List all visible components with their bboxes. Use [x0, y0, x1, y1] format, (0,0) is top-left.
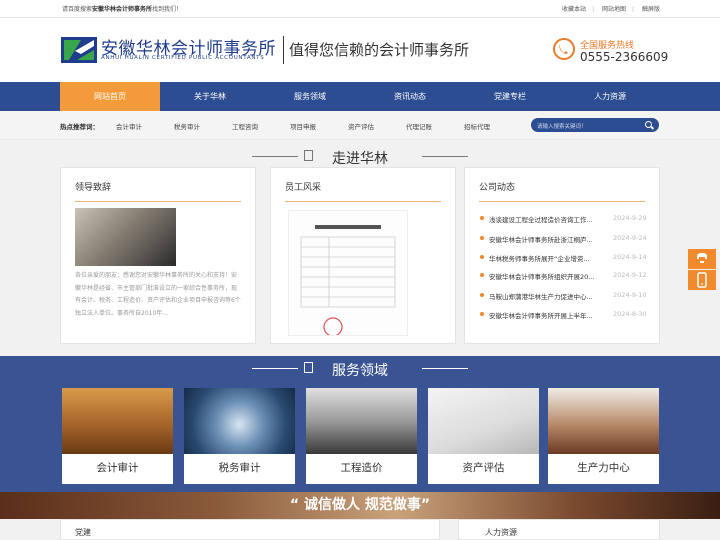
hr-card-title[interactable]: 人力资源 — [485, 527, 517, 538]
service-card-cost[interactable]: 工程造价 — [306, 388, 417, 484]
mobile-link[interactable]: 触屏版 — [642, 6, 660, 13]
header-divider — [283, 36, 284, 64]
news-date: 2024-9-10 — [613, 291, 647, 299]
nav-home[interactable]: 网站首页 — [60, 82, 160, 111]
logo-subtitle: ANHUI HUALIN CERTIFIED PUBLIC ACCOUNTANT… — [101, 55, 265, 61]
motto-text: “ 诚信做人 规范做事” — [289, 497, 431, 513]
hot-item[interactable]: 招标代理 — [464, 121, 490, 131]
bullet-icon — [480, 216, 484, 220]
hot-label: 热点推荐词： — [60, 123, 99, 131]
globe-image — [184, 388, 295, 454]
section-line-right — [422, 368, 468, 369]
news-date: 2024-8-30 — [613, 310, 647, 318]
side-phone-button[interactable] — [688, 270, 716, 290]
phone-icon — [553, 38, 575, 60]
nav-about[interactable]: 关于华林 — [160, 82, 260, 111]
news-title[interactable]: 安徽华林会计师事务所开展上半年... — [489, 310, 607, 320]
bullet-icon — [480, 273, 484, 277]
section-title-services: 服务领域 — [332, 363, 388, 379]
search-placeholder: 请输入搜索关键词！ — [537, 124, 587, 130]
briefcase-image — [306, 388, 417, 454]
service-label: 生产力中心 — [577, 462, 630, 474]
signature-image — [428, 388, 539, 454]
top-links: 收藏本站 | 网站地图 | 触屏版 — [562, 6, 660, 13]
news-date: 2024-9-14 — [613, 253, 647, 261]
nav-party[interactable]: 党建专栏 — [460, 82, 560, 111]
hot-item[interactable]: 资产评估 — [348, 121, 374, 131]
section-title-about: 走进华林 — [332, 151, 388, 167]
service-card-assets[interactable]: 资产评估 — [428, 388, 539, 484]
search-tip: 请百度搜索安徽华林会计师事务所找到我们！ — [62, 4, 182, 13]
hr-card: 人力资源 — [458, 519, 660, 540]
card-rule — [479, 201, 645, 202]
service-card-tax[interactable]: 税务审计 — [184, 388, 295, 484]
news-title[interactable]: 浅谈建设工程全过程造价咨询工作... — [489, 214, 607, 224]
tip-tail: 找到我们！ — [152, 6, 183, 13]
news-title[interactable]: 华林税务师事务所展开“企业增资... — [489, 253, 607, 263]
hot-item[interactable]: 工程咨询 — [232, 121, 258, 131]
service-label: 会计审计 — [96, 462, 139, 474]
gavel-image — [548, 388, 659, 454]
tip-brand: 安徽华林会计师事务所 — [92, 6, 153, 13]
service-card-audit[interactable]: 会计审计 — [62, 388, 173, 484]
hot-item[interactable]: 代理记账 — [406, 121, 432, 131]
staff-certificate-image[interactable] — [288, 210, 408, 337]
logo-icon[interactable] — [61, 37, 97, 63]
news-date: 2024-9-12 — [613, 271, 647, 279]
search-icon[interactable] — [645, 121, 652, 128]
staff-card-title[interactable]: 员工风采 — [285, 180, 321, 193]
card-rule — [285, 201, 441, 202]
leader-card-title[interactable]: 领导致辞 — [75, 180, 111, 193]
card-rule — [75, 201, 241, 202]
header-slogan: 值得您信赖的会计师事务所 — [289, 41, 470, 59]
sitemap-link[interactable]: 网站地图 — [602, 6, 626, 13]
hot-item[interactable]: 会计审计 — [116, 121, 142, 131]
nav-news[interactable]: 资讯动态 — [360, 82, 460, 111]
service-label: 工程造价 — [340, 462, 383, 474]
bullet-icon — [480, 255, 484, 259]
leader-photo[interactable] — [75, 208, 176, 266]
service-card-productivity[interactable]: 生产力中心 — [548, 388, 659, 484]
nav-services[interactable]: 服务领域 — [260, 82, 360, 111]
leader-text: 各位亲爱的朋友：感谢您对安徽华林事务所的关心和支持！安徽华林是经省、市主管部门批… — [75, 272, 241, 317]
bullet-icon — [480, 293, 484, 297]
tip-text: 请百度搜索 — [62, 6, 93, 13]
hot-item[interactable]: 税务审计 — [174, 121, 200, 131]
service-label: 税务审计 — [218, 462, 261, 474]
hot-item[interactable]: 项目申报 — [290, 121, 316, 131]
nav-hr[interactable]: 人力资源 — [560, 82, 660, 111]
news-date: 2024-9-29 — [613, 214, 647, 222]
service-label: 资产评估 — [462, 462, 505, 474]
news-title[interactable]: 马鞍山郑蒲港华林生产力促进中心... — [489, 291, 607, 301]
top-strip: 请百度搜索安徽华林会计师事务所找到我们！ 收藏本站 | 网站地图 | 触屏版 — [0, 0, 720, 18]
bullet-icon — [480, 236, 484, 240]
bullet-icon — [480, 312, 484, 316]
side-consult-button[interactable] — [688, 249, 716, 269]
news-date: 2024-9-24 — [613, 234, 647, 242]
scales-image — [62, 388, 173, 454]
section-line-right — [422, 156, 468, 157]
hotline-number: 0555-2366609 — [580, 50, 669, 64]
news-title[interactable]: 安徽华林会计师事务所组织开展20... — [489, 271, 607, 281]
news-card-title[interactable]: 公司动态 — [479, 180, 515, 193]
party-card-title[interactable]: 党建 — [75, 527, 91, 538]
main-nav: 网站首页 关于华林 服务领域 资讯动态 党建专栏 人力资源 — [0, 82, 720, 111]
news-title[interactable]: 安徽华林会计师事务所赴浙江桐庐... — [489, 234, 607, 244]
party-card: 党建 — [60, 519, 440, 540]
bookmark-link[interactable]: 收藏本站 — [562, 6, 586, 13]
